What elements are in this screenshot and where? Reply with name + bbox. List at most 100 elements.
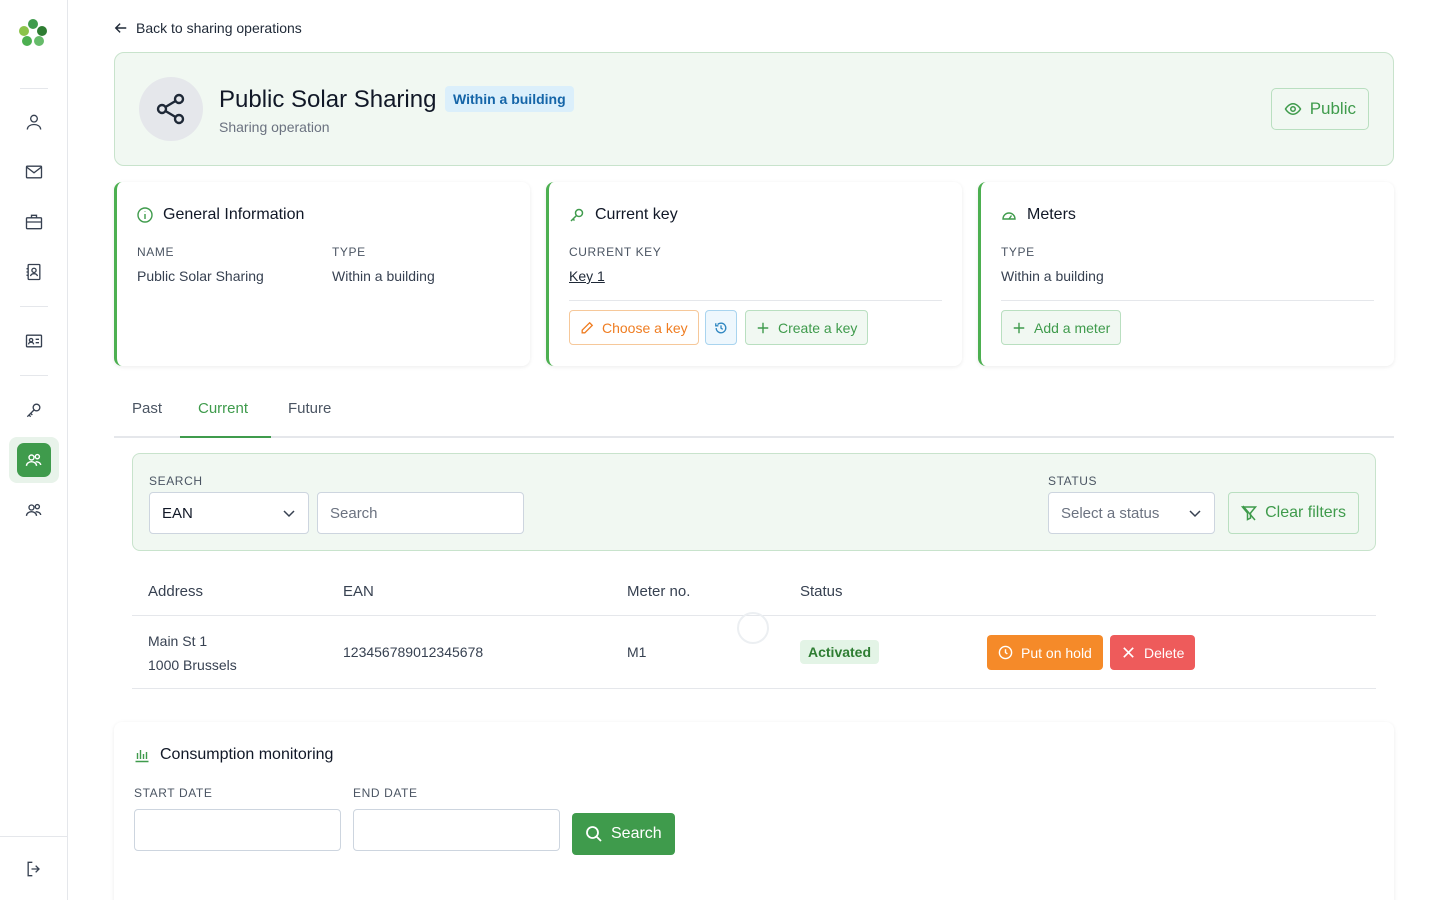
operation-type-badge: Within a building	[445, 86, 574, 112]
tab-future[interactable]: Future	[288, 400, 331, 417]
page-subtitle: Sharing operation	[219, 119, 330, 135]
sidebar-item-keys[interactable]	[9, 387, 59, 433]
current-key-heading: Current key	[569, 206, 678, 224]
eye-icon	[1284, 102, 1302, 116]
column-header-address[interactable]: Address	[148, 583, 203, 600]
sharing-group-icon	[25, 453, 42, 466]
back-link-label: Back to sharing operations	[136, 20, 302, 36]
status-select[interactable]: Select a status	[1048, 492, 1215, 534]
active-tab-indicator	[180, 436, 271, 438]
start-date-label: START DATE	[134, 786, 213, 800]
loading-spinner-icon	[737, 612, 769, 644]
column-header-status[interactable]: Status	[800, 583, 843, 600]
plus-icon	[1013, 322, 1025, 333]
bar-chart-icon	[135, 750, 149, 763]
logout-button[interactable]	[9, 846, 59, 892]
meters-type-value: Within a building	[1001, 268, 1104, 284]
sidebar-item-profile[interactable]	[9, 99, 59, 145]
row-address-line1: Main St 1	[148, 633, 208, 649]
meters-card: Meters TYPE Within a building Add a mete…	[978, 182, 1394, 366]
chevron-down-icon	[283, 510, 295, 518]
filter-panel: SEARCH EAN STATUS Select a status Clear …	[132, 453, 1376, 551]
column-header-meter-no[interactable]: Meter no.	[627, 583, 690, 600]
meters-heading: Meters	[1001, 206, 1076, 224]
table-header: Address EAN Meter no. Status	[132, 567, 1376, 616]
logout-icon	[27, 861, 40, 877]
consumption-heading: Consumption monitoring	[134, 746, 333, 764]
close-icon	[1123, 647, 1134, 658]
search-label: SEARCH	[149, 474, 203, 488]
gauge-icon	[1002, 212, 1016, 220]
user-icon	[26, 114, 42, 130]
visibility-label: Public	[1309, 99, 1356, 118]
search-icon	[586, 826, 602, 842]
key-icon	[570, 208, 584, 222]
row-address-line2: 1000 Brussels	[148, 657, 237, 673]
column-header-ean[interactable]: EAN	[343, 583, 374, 600]
put-on-hold-button[interactable]: Put on hold	[987, 635, 1103, 670]
card-divider	[1001, 300, 1374, 301]
sidebar-item-members[interactable]	[9, 318, 59, 364]
plus-icon	[757, 322, 769, 333]
app-logo-icon[interactable]	[16, 16, 50, 50]
start-date-input[interactable]	[134, 809, 341, 851]
history-icon	[715, 322, 727, 333]
sidebar-divider	[20, 375, 48, 376]
page-title: Public Solar Sharing	[219, 86, 437, 113]
general-info-card: General Information NAME Public Solar Sh…	[114, 182, 530, 366]
current-key-link[interactable]: Key 1	[569, 268, 605, 284]
sidebar-divider	[20, 88, 48, 89]
sidebar-item-organization[interactable]	[9, 199, 59, 245]
choose-key-button[interactable]: Choose a key	[569, 310, 699, 345]
period-tabs: Past Current Future	[114, 388, 1394, 438]
row-meter-no: M1	[627, 644, 647, 660]
clear-filters-button[interactable]: Clear filters	[1228, 492, 1359, 534]
key-history-button[interactable]	[705, 310, 737, 345]
back-link[interactable]: Back to sharing operations	[114, 20, 302, 36]
sidebar-item-communities[interactable]	[9, 487, 59, 533]
add-meter-button[interactable]: Add a meter	[1001, 310, 1122, 345]
status-label: STATUS	[1048, 474, 1098, 488]
type-label: TYPE	[332, 245, 366, 259]
search-input[interactable]	[317, 492, 524, 534]
sidebar-divider	[20, 306, 48, 307]
current-key-label: CURRENT KEY	[569, 245, 662, 259]
type-value: Within a building	[332, 268, 435, 284]
info-icon	[137, 207, 153, 223]
share-icon	[156, 93, 185, 125]
end-date-input[interactable]	[353, 809, 560, 851]
delete-button[interactable]: Delete	[1110, 635, 1196, 670]
general-info-heading: General Information	[137, 206, 304, 224]
briefcase-icon	[25, 214, 43, 230]
filter-clear-icon	[1241, 505, 1258, 521]
current-key-card: Current key CURRENT KEY Key 1 Choose a k…	[546, 182, 962, 366]
name-value: Public Solar Sharing	[137, 268, 264, 284]
sidebar-item-contacts[interactable]	[9, 249, 59, 295]
consumption-card: Consumption monitoring START DATE END DA…	[114, 722, 1394, 900]
contacts-icon	[26, 263, 41, 281]
end-date-label: END DATE	[353, 786, 418, 800]
name-label: NAME	[137, 245, 175, 259]
sidebar-item-sharing-operations[interactable]	[9, 437, 59, 483]
operation-header: Public Solar Sharing Within a building S…	[114, 52, 1394, 166]
tab-past[interactable]: Past	[132, 400, 162, 417]
visibility-button[interactable]: Public	[1270, 88, 1369, 130]
arrow-left-icon	[114, 23, 127, 33]
status-badge: Activated	[800, 640, 880, 664]
sidebar	[0, 0, 68, 900]
consumption-search-button[interactable]: Search	[572, 813, 675, 855]
row-ean: 123456789012345678	[343, 644, 484, 660]
card-divider	[569, 300, 942, 301]
pencil-icon	[581, 321, 594, 333]
sidebar-item-messages[interactable]	[9, 149, 59, 195]
id-card-icon	[25, 334, 43, 348]
mail-icon	[25, 165, 43, 179]
users-icon	[25, 503, 42, 516]
operation-avatar	[139, 77, 203, 141]
meters-type-label: TYPE	[1001, 245, 1035, 259]
search-field-select[interactable]: EAN	[149, 492, 309, 534]
create-key-button[interactable]: Create a key	[745, 310, 869, 345]
tab-current[interactable]: Current	[198, 400, 248, 417]
chevron-down-icon	[1189, 510, 1201, 518]
clock-icon	[998, 645, 1013, 660]
